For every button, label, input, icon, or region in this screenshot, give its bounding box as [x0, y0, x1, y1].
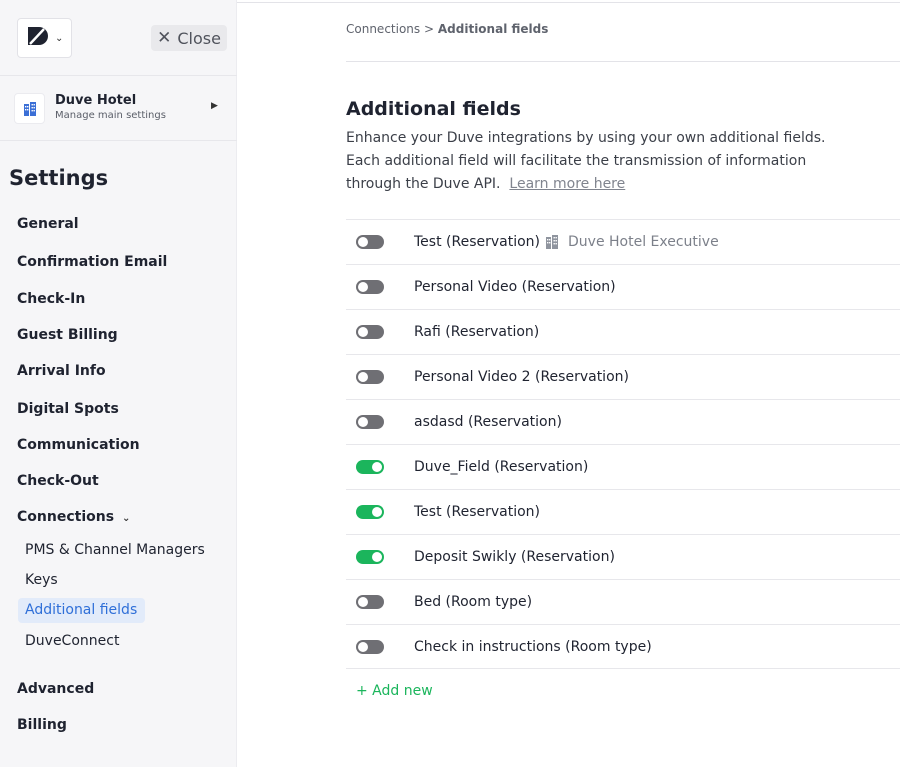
sidebar-subitem-duveconnect[interactable]: DuveConnect [25, 633, 119, 649]
field-row: Test (Reservation) Duve Hotel Executive [346, 219, 900, 264]
field-toggle[interactable] [356, 505, 384, 519]
page-title: Additional fields [346, 98, 521, 120]
sidebar-topbar: ⌄ ✕ Close [0, 0, 237, 76]
field-row: Duve_Field (Reservation) [346, 444, 900, 489]
field-label: Rafi (Reservation) [414, 324, 540, 340]
field-toggle[interactable] [356, 550, 384, 564]
breadcrumb-parent-link[interactable]: Connections [346, 22, 420, 36]
field-property-tag: Duve Hotel Executive [545, 234, 719, 250]
top-divider [237, 2, 900, 3]
field-toggle[interactable] [356, 640, 384, 654]
field-row: Bed (Room type) [346, 579, 900, 624]
sidebar-item-general[interactable]: General [17, 216, 79, 232]
toggle-knob [372, 507, 382, 517]
sidebar-item-connections-label: Connections [17, 509, 115, 525]
toggle-knob [358, 282, 368, 292]
field-row: Rafi (Reservation) [346, 309, 900, 354]
field-property-name: Duve Hotel Executive [568, 234, 719, 250]
sidebar-item-check-out[interactable]: Check-Out [17, 473, 99, 489]
field-row: Personal Video 2 (Reservation) [346, 354, 900, 399]
sidebar-item-guest-billing[interactable]: Guest Billing [17, 327, 118, 343]
breadcrumb: Connections > Additional fields [346, 22, 548, 36]
sidebar-item-check-in[interactable]: Check-In [17, 291, 85, 307]
page-description: Enhance your Duve integrations by using … [346, 127, 846, 196]
field-toggle[interactable] [356, 325, 384, 339]
field-toggle[interactable] [356, 235, 384, 249]
toggle-knob [372, 552, 382, 562]
toggle-knob [358, 642, 368, 652]
toggle-knob [358, 372, 368, 382]
settings-title: Settings [9, 166, 109, 190]
field-row: Personal Video (Reservation) [346, 264, 900, 309]
hotel-name: Duve Hotel [55, 93, 137, 108]
sidebar-subitem-keys[interactable]: Keys [25, 572, 58, 588]
field-label: asdasd (Reservation) [414, 414, 562, 430]
field-row: Test (Reservation) [346, 489, 900, 534]
toggle-knob [358, 417, 368, 427]
close-button[interactable]: ✕ Close [151, 25, 227, 51]
duve-logo-icon [27, 26, 49, 50]
hotel-selector[interactable]: Duve Hotel Manage main settings ▶ [0, 77, 237, 141]
field-row: Check in instructions (Room type) [346, 624, 900, 669]
field-toggle[interactable] [356, 370, 384, 384]
field-label: Duve_Field (Reservation) [414, 459, 589, 475]
field-label: Personal Video 2 (Reservation) [414, 369, 629, 385]
sidebar-item-digital-spots[interactable]: Digital Spots [17, 401, 119, 417]
field-toggle[interactable] [356, 280, 384, 294]
chevron-down-icon: ⌄ [55, 32, 64, 44]
toggle-knob [358, 327, 368, 337]
field-label: Check in instructions (Room type) [414, 638, 652, 655]
learn-more-link[interactable]: Learn more here [509, 176, 625, 192]
field-label: Personal Video (Reservation) [414, 279, 616, 295]
breadcrumb-divider [346, 61, 900, 62]
field-row: asdasd (Reservation) [346, 399, 900, 444]
sidebar-subitem-additional-fields[interactable]: Additional fields [18, 598, 146, 623]
sidebar-item-connections[interactable]: Connections ⌄ [17, 509, 130, 525]
field-row: Deposit Swikly (Reservation) [346, 534, 900, 579]
sidebar: ⌄ ✕ Close Duve Hotel Manage main setting… [0, 0, 237, 767]
building-icon [545, 234, 559, 250]
sidebar-item-communication[interactable]: Communication [17, 437, 140, 453]
close-icon: ✕ [157, 28, 172, 48]
hotel-subtitle: Manage main settings [55, 110, 166, 121]
toggle-knob [358, 237, 368, 247]
field-label: Test (Reservation) [414, 504, 540, 520]
field-label: Bed (Room type) [414, 594, 533, 610]
chevron-down-icon: ⌄ [122, 513, 131, 524]
field-label: Test (Reservation) [414, 234, 540, 250]
chevron-right-icon: ▶ [211, 101, 218, 111]
toggle-knob [358, 597, 368, 607]
breadcrumb-current: Additional fields [437, 22, 549, 36]
sidebar-subitem-pms[interactable]: PMS & Channel Managers [25, 542, 205, 558]
sidebar-item-billing[interactable]: Billing [17, 717, 67, 733]
field-toggle[interactable] [356, 460, 384, 474]
toggle-knob [372, 462, 382, 472]
add-new-button[interactable]: + Add new [356, 683, 433, 699]
building-icon [14, 93, 45, 124]
sidebar-item-advanced[interactable]: Advanced [17, 681, 94, 697]
breadcrumb-separator: > [423, 22, 435, 36]
additional-fields-list: Test (Reservation) Duve Hotel Executive Pe… [346, 219, 900, 669]
sidebar-item-arrival-info[interactable]: Arrival Info [17, 363, 106, 379]
field-label: Deposit Swikly (Reservation) [414, 549, 615, 565]
sidebar-item-confirmation-email[interactable]: Confirmation Email [17, 254, 167, 270]
field-toggle[interactable] [356, 595, 384, 609]
close-label: Close [177, 28, 221, 48]
field-toggle[interactable] [356, 415, 384, 429]
workspace-switcher[interactable]: ⌄ [17, 18, 72, 58]
